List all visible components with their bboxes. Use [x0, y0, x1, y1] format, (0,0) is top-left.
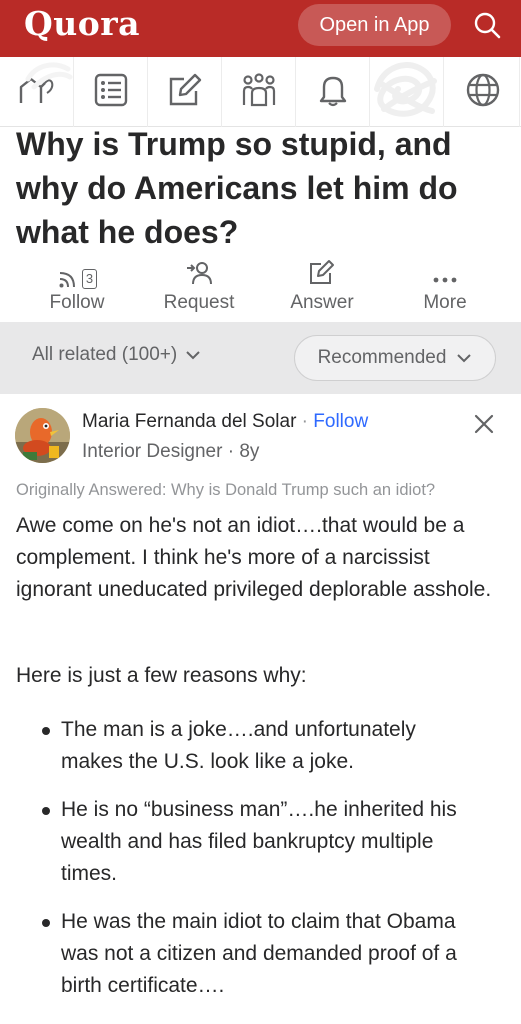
open-in-app-button[interactable]: Open in App	[298, 4, 451, 46]
follow-label: Follow	[49, 292, 105, 313]
nav-bar	[0, 57, 521, 127]
more-dots-icon	[432, 272, 458, 290]
follow-question-button[interactable]: 3 Follow	[16, 258, 138, 322]
answer-label: Answer	[290, 292, 354, 313]
question-actions: 3 Follow Request Answer More	[0, 258, 521, 322]
nav-following[interactable]	[74, 57, 148, 127]
bullet-dot	[42, 919, 50, 927]
nav-spaces[interactable]	[222, 57, 296, 127]
sort-dropdown[interactable]: Recommended	[294, 335, 496, 381]
nav-home[interactable]	[0, 57, 74, 127]
request-button[interactable]: Request	[138, 258, 260, 322]
author-line: Maria Fernanda del Solar · Follow	[82, 411, 368, 433]
follow-author-link[interactable]: Follow	[313, 411, 368, 432]
bullet-text: He was the main idiot to claim that Obam…	[61, 910, 457, 997]
more-label: More	[423, 292, 467, 313]
question-title[interactable]: Why is Trump so stupid, and why do Ameri…	[16, 122, 506, 254]
nav-notifications[interactable]	[296, 57, 370, 127]
bullet-text: The man is a joke….and unfortunately mak…	[61, 718, 416, 773]
author-name[interactable]: Maria Fernanda del Solar	[82, 411, 296, 432]
more-button[interactable]: More	[384, 258, 506, 322]
globe-icon	[465, 72, 501, 113]
bullet-dot	[42, 727, 50, 735]
separator-dot: ·	[301, 411, 308, 432]
following-icon	[94, 73, 128, 112]
avatar[interactable]	[15, 408, 70, 463]
notifications-icon	[316, 73, 350, 112]
spaces-icon	[241, 72, 277, 112]
answer-paragraph: Here is just a few reasons why:	[16, 664, 307, 687]
filter-bar: All related (100+) Recommended	[0, 322, 521, 394]
answer-paragraph: Awe come on he's not an idiot….that woul…	[16, 514, 492, 601]
answer-button[interactable]: Answer	[261, 258, 383, 322]
originally-answered[interactable]: Originally Answered: Why is Donald Trump…	[16, 481, 435, 500]
answer-icon	[168, 73, 202, 112]
home-icon	[17, 73, 57, 112]
nav-language[interactable]	[446, 57, 520, 127]
request-label: Request	[163, 292, 235, 313]
chevron-down-icon	[185, 344, 201, 366]
author-credential: Interior Designer · 8y	[82, 441, 260, 462]
all-related-label: All related (100+)	[32, 344, 178, 365]
follow-count-badge: 3	[81, 269, 98, 289]
bullet-dot	[42, 807, 50, 815]
bullet-text: He is no “business man”….he inherited hi…	[61, 798, 457, 885]
follow-question-icon: 3	[57, 268, 98, 290]
all-related-dropdown[interactable]: All related (100+)	[32, 344, 201, 366]
request-icon	[186, 261, 212, 290]
close-icon[interactable]	[470, 410, 498, 438]
chevron-down-icon	[456, 347, 472, 369]
sort-label: Recommended	[317, 347, 447, 368]
quora-logo[interactable]: Quora	[24, 4, 140, 43]
nav-profile[interactable]	[370, 57, 444, 127]
search-icon[interactable]	[468, 6, 506, 44]
nav-answer[interactable]	[148, 57, 222, 127]
profile-icon	[372, 59, 442, 126]
top-bar: Quora Open in App	[0, 0, 521, 57]
answer-pencil-icon	[309, 259, 335, 290]
